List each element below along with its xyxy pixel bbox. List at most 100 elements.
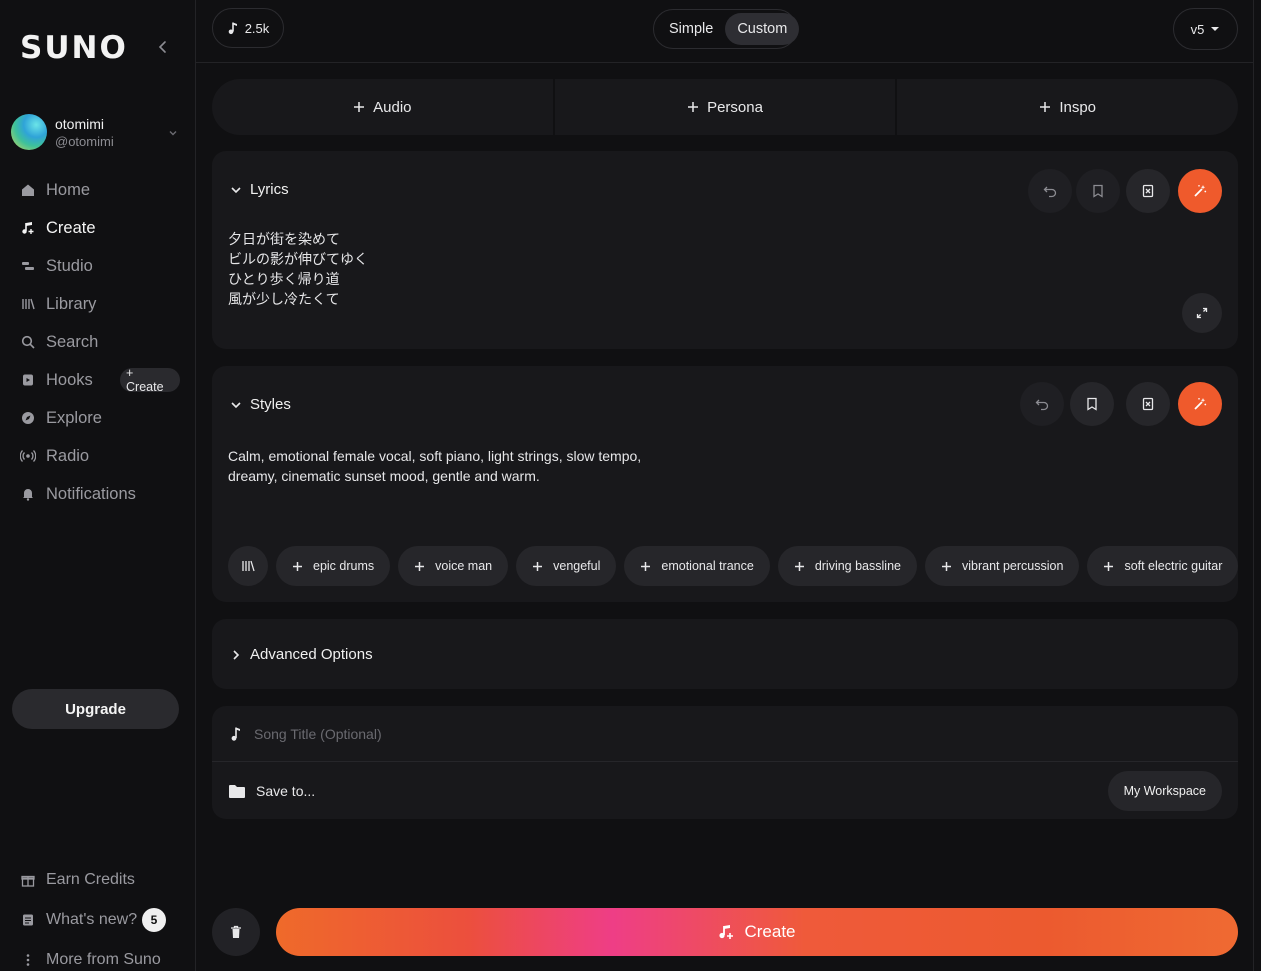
bookmark-icon (1087, 397, 1097, 411)
library-icon (242, 560, 255, 572)
nav-home-label: Home (46, 180, 91, 199)
lyrics-toggle[interactable]: Lyrics (230, 181, 289, 198)
style-tag-label: epic drums (313, 559, 375, 573)
music-note-plus-icon (719, 925, 734, 939)
plus-icon (641, 561, 651, 571)
chevron-down-icon (167, 126, 179, 138)
style-library-button[interactable] (228, 546, 268, 586)
lyrics-textarea[interactable]: 夕日が街を染めて ビルの影が伸びてゆく ひとり歩く帰り道 風が少し冷たくて (228, 229, 368, 309)
studio-icon (20, 258, 36, 274)
style-tag-soft-electric-guitar[interactable]: soft electric guitar (1087, 546, 1239, 586)
nav-library[interactable]: Library (20, 285, 180, 323)
lyrics-undo-button[interactable] (1028, 169, 1072, 213)
style-tag-vibrant-percussion[interactable]: vibrant percussion (924, 546, 1080, 586)
avatar (11, 114, 47, 150)
create-song-button[interactable]: Create (276, 908, 1238, 956)
add-inspo-button[interactable]: Inspo (897, 79, 1238, 135)
expand-lyrics-button[interactable] (1182, 293, 1222, 333)
expand-icon (1196, 307, 1208, 319)
home-icon (20, 182, 36, 198)
lyrics-generate-button[interactable] (1178, 169, 1222, 213)
style-tag-driving-bassline[interactable]: driving bassline (777, 546, 917, 586)
plus-icon (415, 561, 425, 571)
gift-icon (20, 872, 36, 888)
styles-clear-button[interactable] (1126, 382, 1170, 426)
add-persona-button[interactable]: Persona (555, 79, 898, 135)
style-tag-voice-man[interactable]: voice man (398, 546, 509, 586)
chevron-right-icon (233, 649, 240, 660)
caret-down-icon (1211, 27, 1220, 31)
whats-new-link[interactable]: What's new? 5 (20, 900, 185, 940)
advanced-options-toggle[interactable]: Advanced Options (230, 646, 373, 663)
top-bar: 2.5k Simple Custom v5 (196, 0, 1253, 63)
clear-all-button[interactable] (212, 908, 260, 956)
plus-icon (533, 561, 543, 571)
music-note-icon (228, 22, 237, 35)
styles-undo-button[interactable] (1020, 382, 1064, 426)
style-tag-label: voice man (435, 559, 493, 573)
add-audio-button[interactable]: Audio (212, 79, 555, 135)
style-tags: epic drums voice man vengeful emotional … (228, 546, 1239, 586)
nav-studio-label: Studio (46, 256, 93, 275)
workspace-select-button[interactable]: My Workspace (1107, 771, 1222, 811)
plus-icon (1104, 561, 1114, 571)
hooks-icon (20, 372, 36, 388)
song-details-panel: Save to... My Workspace (212, 706, 1238, 819)
song-title-input[interactable] (254, 725, 754, 742)
bookmark-icon (1093, 184, 1103, 198)
add-persona-label: Persona (707, 98, 763, 116)
save-to-row[interactable]: Save to... My Workspace (212, 763, 1238, 819)
nav-create-label: Create (46, 218, 96, 237)
style-tag-vengeful[interactable]: vengeful (516, 546, 617, 586)
nav-search[interactable]: Search (20, 323, 180, 361)
style-tag-epic-drums[interactable]: epic drums (276, 546, 391, 586)
styles-textarea[interactable]: Calm, emotional female vocal, soft piano… (228, 446, 648, 486)
add-inspo-label: Inspo (1059, 98, 1097, 116)
nav-hooks-label: Hooks (46, 370, 93, 389)
version-label: v5 (1190, 21, 1205, 37)
mode-toggle: Simple Custom (653, 9, 800, 49)
advanced-options-panel[interactable]: Advanced Options (212, 619, 1238, 689)
styles-toggle[interactable]: Styles (230, 396, 291, 413)
hooks-create-button[interactable]: + Create (120, 366, 180, 394)
profile-switcher[interactable]: otomimi @otomimi (11, 112, 181, 152)
more-from-suno-link[interactable]: More from Suno (20, 940, 185, 971)
style-tag-label: vengeful (553, 559, 601, 573)
styles-bookmark-button[interactable] (1070, 382, 1114, 426)
style-tag-label: emotional trance (661, 559, 754, 573)
nav-radio-label: Radio (46, 446, 90, 465)
chevron-down-icon (231, 401, 241, 408)
add-bar: Audio Persona Inspo (212, 79, 1238, 135)
nav-notifications[interactable]: Notifications (20, 475, 180, 513)
styles-generate-button[interactable] (1178, 382, 1222, 426)
nav-create[interactable]: Create (20, 209, 180, 247)
collapse-sidebar-icon[interactable] (154, 38, 172, 56)
lyrics-bookmark-button[interactable] (1076, 169, 1120, 213)
lyrics-clear-button[interactable] (1126, 169, 1170, 213)
clear-icon (1142, 397, 1154, 411)
nav-home[interactable]: Home (20, 171, 180, 209)
create-song-label: Create (744, 922, 796, 941)
create-page: 2.5k Simple Custom v5 Audio Persona Insp… (196, 0, 1253, 971)
plus-icon (1040, 102, 1051, 112)
radio-icon (20, 448, 36, 464)
earn-credits-link[interactable]: Earn Credits (20, 860, 185, 900)
lyrics-panel: Lyrics 夕日が街を染めて ビルの影が伸びてゆく ひとり歩く帰り道 風が少し… (212, 151, 1238, 349)
plus-icon (688, 102, 699, 112)
nav-radio[interactable]: Radio (20, 437, 180, 475)
nav-explore[interactable]: Explore (20, 399, 180, 437)
version-select[interactable]: v5 (1173, 8, 1238, 50)
style-tag-emotional-trance[interactable]: emotional trance (624, 546, 770, 586)
nav-hooks[interactable]: Hooks + Create (20, 361, 180, 399)
mode-simple[interactable]: Simple (657, 13, 725, 45)
search-icon (20, 334, 36, 350)
upgrade-button[interactable]: Upgrade (12, 689, 179, 729)
nav-explore-label: Explore (46, 408, 102, 427)
suno-logo[interactable]: SUNO (20, 30, 128, 66)
mode-custom[interactable]: Custom (725, 13, 800, 45)
nav-studio[interactable]: Studio (20, 247, 180, 285)
trash-icon (231, 925, 241, 938)
credits-button[interactable]: 2.5k (212, 8, 284, 48)
style-tag-label: soft electric guitar (1124, 559, 1223, 573)
compass-icon (20, 410, 36, 426)
